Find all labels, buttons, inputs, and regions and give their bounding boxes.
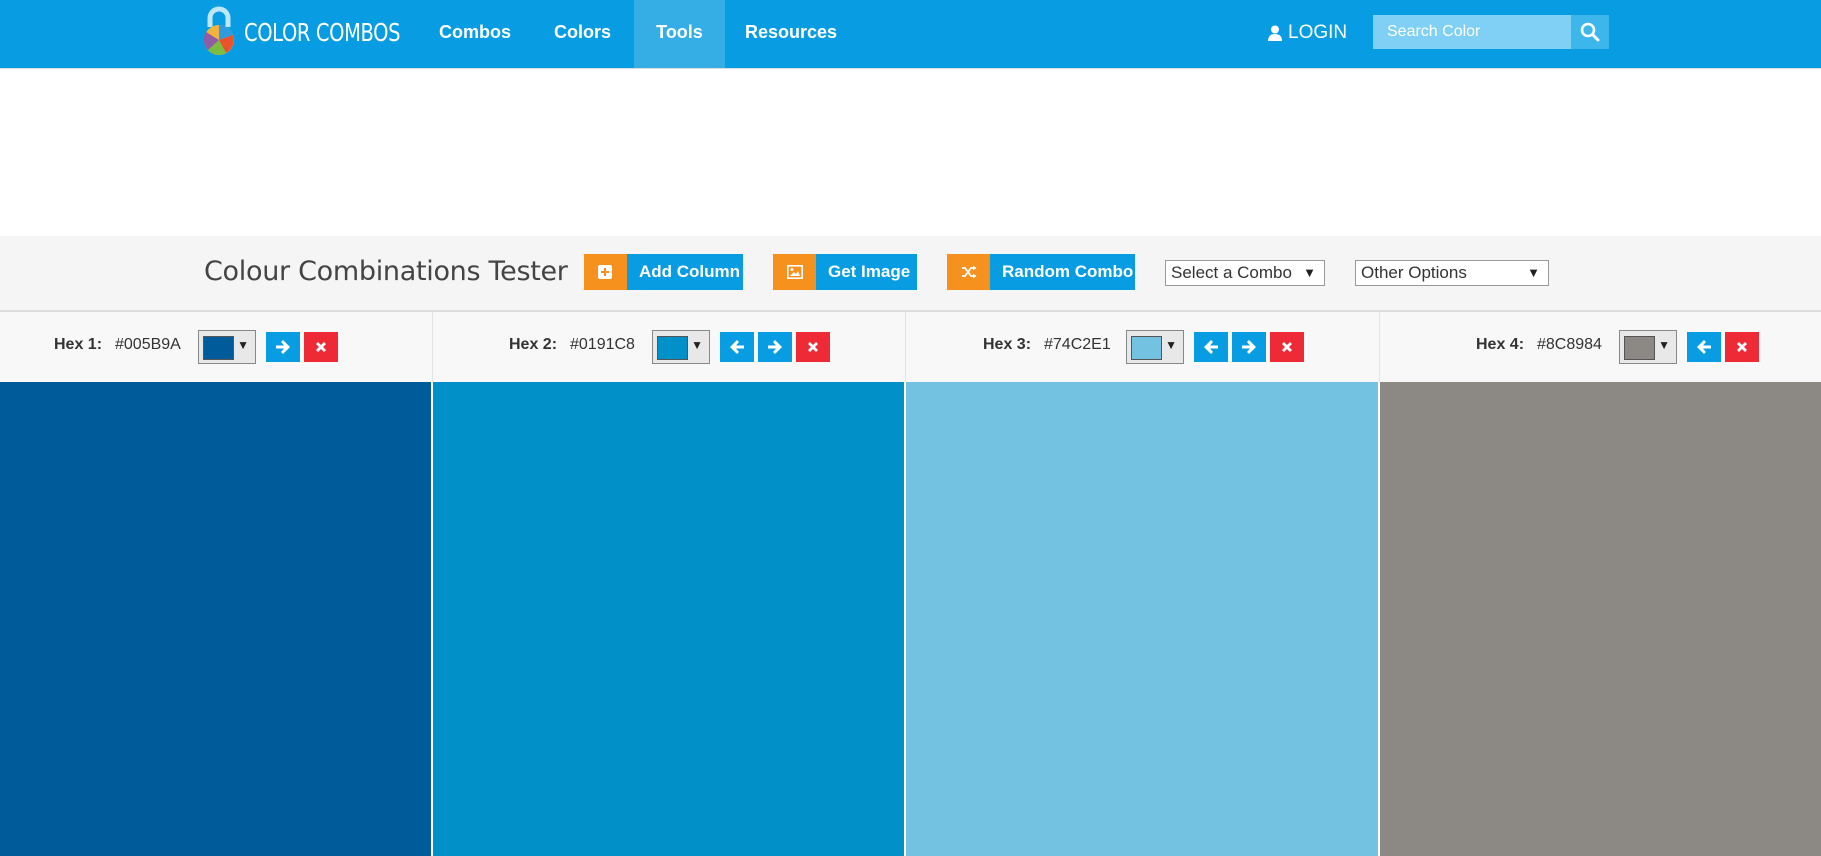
move-right-button[interactable]: [1232, 332, 1266, 362]
color-picker[interactable]: ▼: [198, 330, 256, 364]
delete-column-button[interactable]: [1725, 332, 1759, 362]
hex-label: Hex 4:: [1476, 336, 1525, 353]
caret-down-icon: ▼: [1165, 338, 1177, 352]
color-column-4: [1380, 382, 1821, 856]
caret-down-icon: ▼: [1658, 338, 1670, 352]
search-icon: [1580, 22, 1600, 42]
login-label: LOGIN: [1288, 22, 1348, 43]
color-column-3: [906, 382, 1379, 856]
color-swatch: [1624, 336, 1655, 360]
arrow-left-icon: [1697, 340, 1711, 354]
hex-label: Hex 2:: [509, 336, 558, 353]
other-options-value: Other Options: [1361, 263, 1467, 282]
move-right-button[interactable]: [758, 332, 792, 362]
page-title: Colour Combinations Tester: [204, 256, 568, 287]
top-navbar: COLOR COMBOS Combos Colors Tools Resourc…: [0, 0, 1821, 68]
select-combo-value: Select a Combo: [1171, 263, 1292, 282]
color-swatch: [657, 336, 688, 360]
move-left-button[interactable]: [1194, 332, 1228, 362]
move-left-button[interactable]: [720, 332, 754, 362]
arrow-left-icon: [730, 340, 744, 354]
search-button[interactable]: [1571, 15, 1609, 49]
shuffle-icon: [962, 265, 977, 279]
close-icon: [1282, 342, 1292, 352]
close-icon: [316, 342, 326, 352]
add-column-label: Add Column: [627, 254, 743, 290]
hex-label: Hex 1:: [54, 336, 103, 353]
nav-combos[interactable]: Combos: [430, 0, 520, 68]
arrow-right-icon: [1242, 340, 1256, 354]
close-icon: [808, 342, 818, 352]
site-logo[interactable]: COLOR COMBOS: [202, 5, 402, 59]
color-picker[interactable]: ▼: [1126, 330, 1184, 364]
delete-column-button[interactable]: [1270, 332, 1304, 362]
get-image-label: Get Image: [816, 254, 917, 290]
caret-down-icon: ▼: [237, 338, 249, 352]
hex-value[interactable]: #74C2E1: [1044, 336, 1111, 354]
other-options-dropdown[interactable]: Other Options ▼: [1355, 260, 1549, 286]
caret-down-icon: ▼: [1527, 265, 1540, 280]
color-swatch: [203, 336, 234, 360]
caret-down-icon: ▼: [691, 338, 703, 352]
lock-logo-icon: [203, 6, 234, 55]
arrow-left-icon: [1204, 340, 1218, 354]
hex-value[interactable]: #8C8984: [1537, 336, 1602, 354]
arrow-right-icon: [768, 340, 782, 354]
search-color-input[interactable]: [1373, 15, 1571, 49]
delete-column-button[interactable]: [796, 332, 830, 362]
add-column-button[interactable]: Add Column: [584, 254, 743, 290]
move-left-button[interactable]: [1687, 332, 1721, 362]
nav-resources[interactable]: Resources: [735, 0, 847, 68]
color-picker[interactable]: ▼: [1619, 330, 1677, 364]
nav-tools[interactable]: Tools: [634, 0, 725, 68]
image-icon: [787, 265, 803, 279]
delete-column-button[interactable]: [304, 332, 338, 362]
close-icon: [1737, 342, 1747, 352]
color-swatch: [1131, 336, 1162, 360]
caret-down-icon: ▼: [1303, 265, 1316, 280]
color-picker[interactable]: ▼: [652, 330, 710, 364]
select-combo-dropdown[interactable]: Select a Combo ▼: [1165, 260, 1325, 286]
get-image-button[interactable]: Get Image: [773, 254, 917, 290]
nav-colors[interactable]: Colors: [540, 0, 625, 68]
plus-square-icon: [598, 265, 612, 279]
arrow-right-icon: [276, 340, 290, 354]
random-combo-button[interactable]: Random Combo: [947, 254, 1135, 290]
hex-label: Hex 3:: [983, 336, 1032, 353]
random-combo-label: Random Combo: [990, 254, 1135, 290]
move-right-button[interactable]: [266, 332, 300, 362]
hex-controls-row: Hex 1: #005B9A ▼ Hex 2: #0191C8 ▼ Hex 3:…: [0, 312, 1821, 382]
color-column-2: [433, 382, 905, 856]
hex-value[interactable]: #0191C8: [570, 336, 635, 354]
color-column-1: [0, 382, 432, 856]
hex-value[interactable]: #005B9A: [115, 336, 181, 354]
logo-text: COLOR COMBOS: [244, 18, 401, 47]
user-icon: [1268, 25, 1282, 41]
